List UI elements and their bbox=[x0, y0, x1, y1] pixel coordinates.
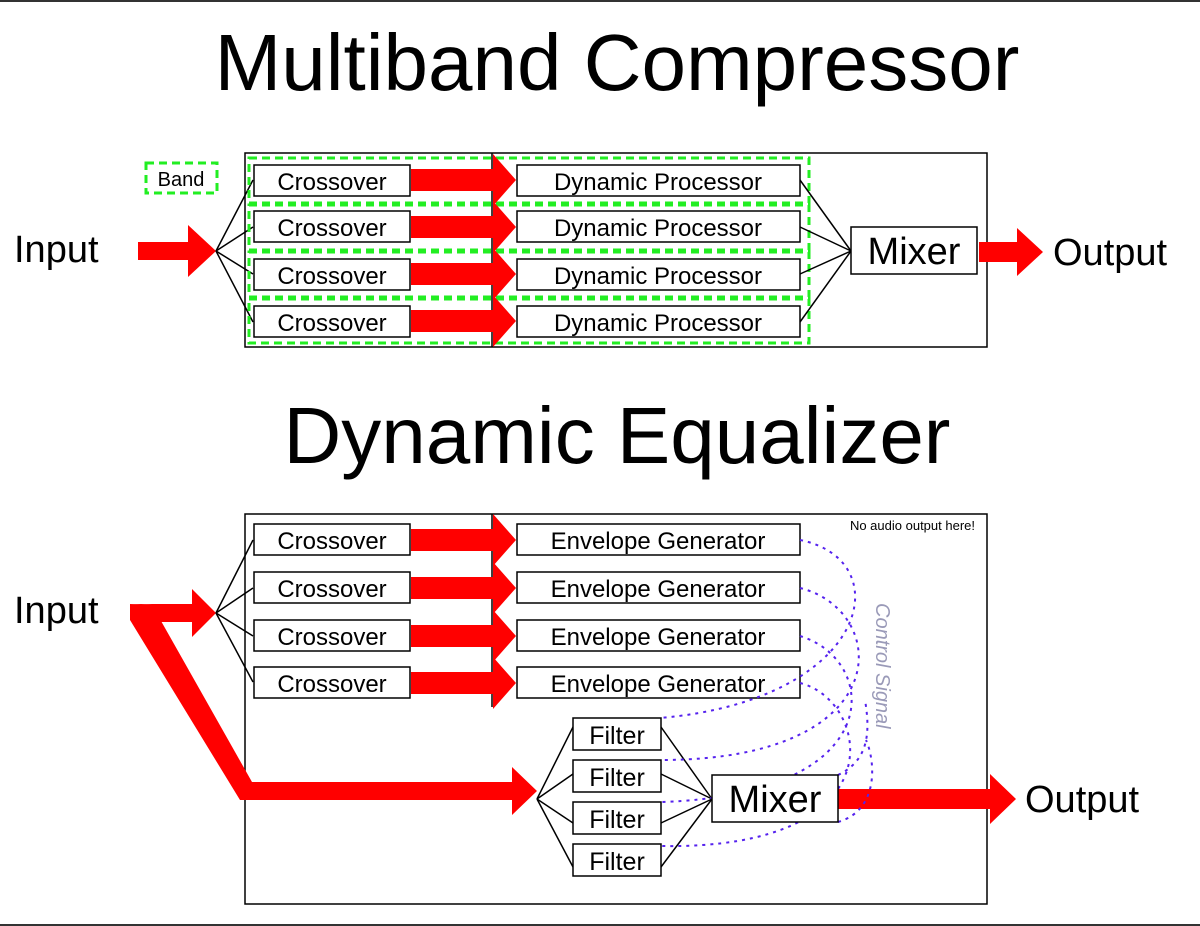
signal-arrow bbox=[411, 201, 516, 253]
dynamic-processor-label: Dynamic Processor bbox=[554, 169, 762, 196]
signal-arrow bbox=[411, 610, 516, 662]
multiband-title: Multiband Compressor bbox=[215, 18, 1020, 107]
dynamic-processor-label: Dynamic Processor bbox=[554, 310, 762, 337]
filter-label: Filter bbox=[589, 806, 645, 834]
multiband-input-label: Input bbox=[14, 229, 99, 271]
signal-arrow bbox=[411, 248, 516, 300]
band-row: Crossover Dynamic Processor bbox=[247, 248, 811, 300]
band-row: Crossover Dynamic Processor bbox=[247, 154, 811, 206]
multiband-input-arrow bbox=[138, 225, 216, 277]
filter-block: Filter Filter Filter Filter bbox=[572, 717, 662, 877]
filter-split-wires bbox=[536, 726, 574, 868]
no-audio-note: No audio output here! bbox=[850, 518, 975, 533]
crossover-label: Crossover bbox=[277, 263, 386, 290]
dynamic-processor-label: Dynamic Processor bbox=[554, 215, 762, 242]
multiband-split-wires bbox=[215, 179, 254, 323]
dynamic-eq-mixer-label: Mixer bbox=[729, 779, 822, 821]
eq-band-row: Crossover Envelope Generator bbox=[253, 610, 801, 662]
dynamic-eq-input-label: Input bbox=[14, 590, 99, 632]
signal-arrow bbox=[411, 562, 516, 614]
envelope-generator-label: Envelope Generator bbox=[551, 576, 766, 603]
diagram-canvas: Multiband Compressor Band Input Crossove… bbox=[14, 18, 1168, 905]
filter-label: Filter bbox=[589, 764, 645, 792]
eq-band-row: Crossover Envelope Generator bbox=[253, 514, 801, 566]
crossover-label: Crossover bbox=[277, 310, 386, 337]
envelope-generator-label: Envelope Generator bbox=[551, 624, 766, 651]
crossover-label: Crossover bbox=[277, 169, 386, 196]
crossover-label: Crossover bbox=[277, 528, 386, 555]
crossover-label: Crossover bbox=[277, 624, 386, 651]
dynamic-equalizer-section: Dynamic Equalizer No audio output here! … bbox=[14, 391, 1140, 905]
dynamic-eq-title: Dynamic Equalizer bbox=[284, 391, 951, 480]
envelope-generator-label: Envelope Generator bbox=[551, 671, 766, 698]
multiband-compressor-section: Multiband Compressor Band Input Crossove… bbox=[14, 18, 1168, 348]
multiband-output-arrow bbox=[979, 228, 1043, 276]
signal-arrow bbox=[411, 154, 516, 206]
signal-arrow bbox=[411, 295, 516, 347]
multiband-output-label: Output bbox=[1053, 232, 1168, 274]
crossover-label: Crossover bbox=[277, 215, 386, 242]
filter-label: Filter bbox=[589, 848, 645, 876]
dynamic-processor-label: Dynamic Processor bbox=[554, 263, 762, 290]
eq-band-row: Crossover Envelope Generator bbox=[253, 657, 801, 709]
band-legend-label: Band bbox=[158, 169, 205, 191]
envelope-generator-label: Envelope Generator bbox=[551, 528, 766, 555]
signal-arrow bbox=[411, 657, 516, 709]
control-signal-label: Control Signal bbox=[871, 603, 893, 729]
dynamic-eq-output-arrow bbox=[838, 774, 1016, 824]
multiband-mixer-label: Mixer bbox=[868, 231, 961, 273]
eq-band-row: Crossover Envelope Generator bbox=[253, 562, 801, 614]
control-curve bbox=[837, 699, 869, 776]
crossover-label: Crossover bbox=[277, 576, 386, 603]
band-row: Crossover Dynamic Processor bbox=[247, 295, 811, 347]
dynamic-eq-split-wires bbox=[215, 539, 254, 683]
dynamic-eq-output-label: Output bbox=[1025, 779, 1140, 821]
crossover-label: Crossover bbox=[277, 671, 386, 698]
band-row: Crossover Dynamic Processor bbox=[247, 201, 811, 253]
filter-label: Filter bbox=[589, 722, 645, 750]
signal-arrow bbox=[411, 514, 516, 566]
